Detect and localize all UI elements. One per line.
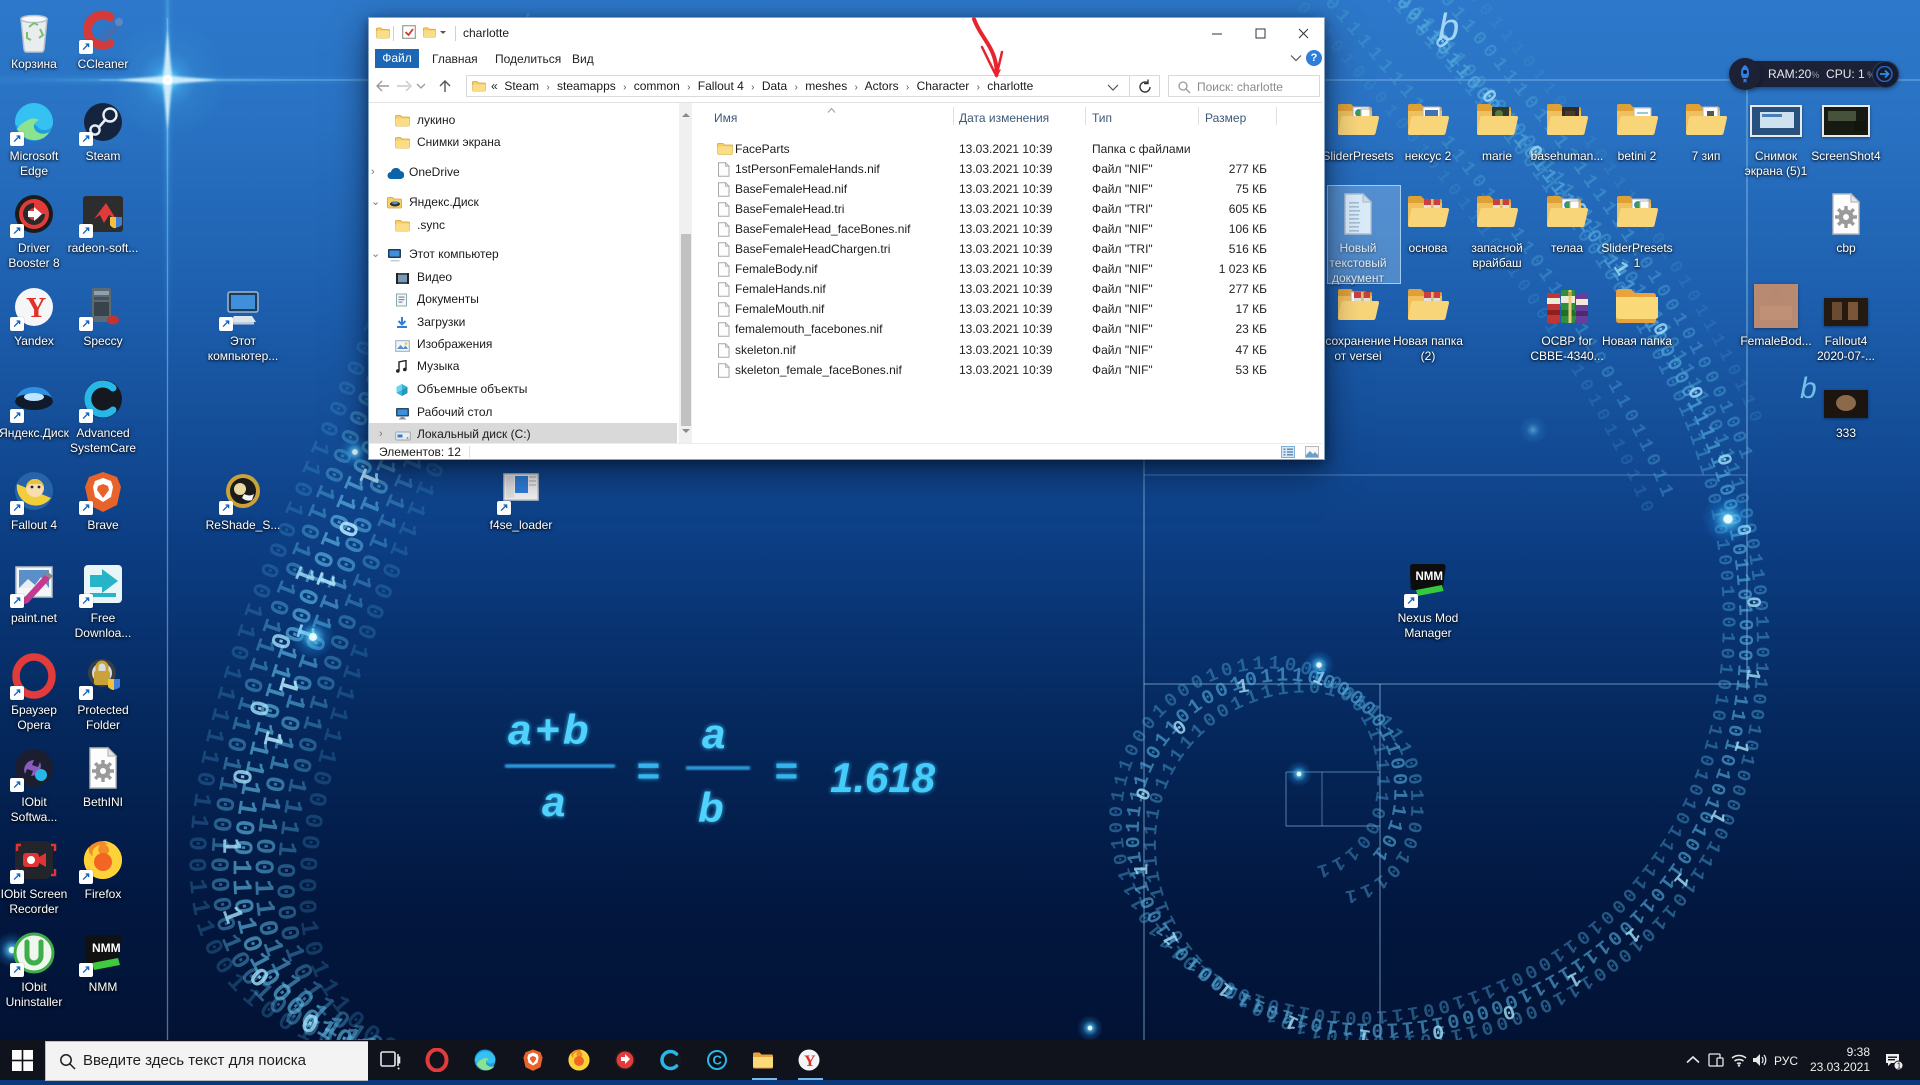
svg-text:1: 1: [1897, 1062, 1902, 1071]
svg-text:NMM: NMM: [1416, 571, 1443, 583]
svg-text:a: a: [702, 710, 725, 757]
svg-text:b: b: [698, 784, 724, 831]
svg-text:Y: Y: [804, 1053, 816, 1070]
svg-text:Y: Y: [26, 293, 46, 324]
svg-text:=: =: [774, 749, 797, 793]
svg-text:a + b: a + b: [508, 706, 589, 753]
svg-text:b: b: [1438, 7, 1459, 49]
svg-text:1.618: 1.618: [830, 754, 936, 801]
svg-text:=: =: [636, 749, 659, 793]
svg-text:C: C: [713, 1053, 723, 1068]
svg-text:a: a: [542, 778, 565, 825]
svg-text:NMM: NMM: [92, 941, 121, 955]
